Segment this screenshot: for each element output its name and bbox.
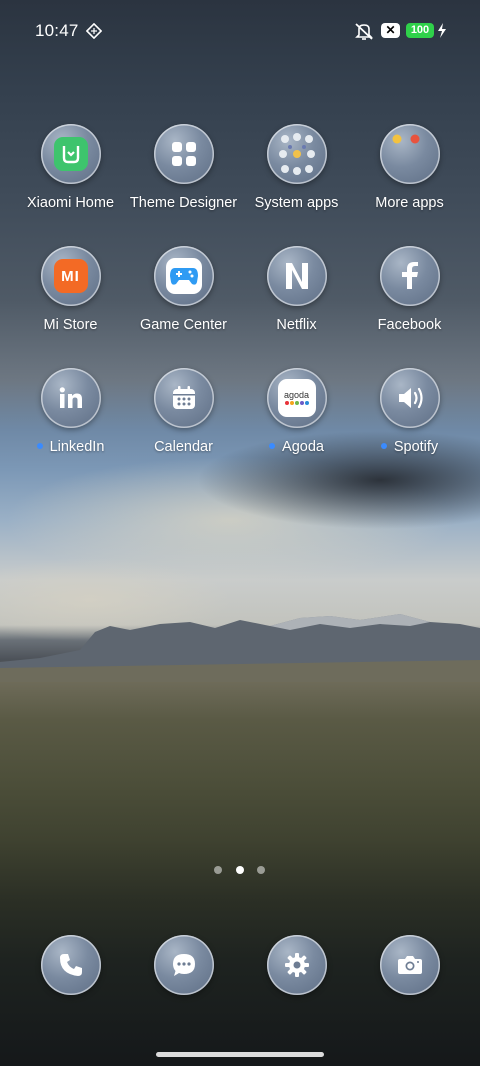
theme-designer-icon	[153, 124, 214, 184]
xiaomi-home-icon	[40, 124, 101, 184]
dock-camera[interactable]	[353, 935, 466, 995]
agoda-dots	[284, 401, 309, 405]
new-notification-dot	[380, 443, 387, 450]
folder-icon	[379, 124, 440, 184]
page-dot[interactable]	[257, 866, 265, 874]
app-label-text: Spotify	[393, 439, 439, 455]
folder-icon	[266, 124, 327, 184]
agoda-logo-text: agoda	[283, 390, 310, 400]
app-label: Netflix	[276, 317, 317, 333]
app-theme-designer[interactable]: Theme Designer	[127, 124, 240, 211]
app-label: Mi Store	[43, 317, 98, 333]
app-label: More apps	[375, 195, 444, 211]
page-indicator	[214, 866, 266, 876]
gamepad-icon	[153, 246, 214, 306]
app-label: LinkedIn	[14, 439, 127, 455]
app-agoda[interactable]: agoda Agoda	[240, 368, 353, 455]
folder-system-apps[interactable]: System apps	[240, 124, 353, 211]
spotify-icon	[379, 368, 440, 428]
app-label: Agoda	[240, 439, 353, 455]
mi-logo: mi	[61, 267, 80, 285]
phone-icon	[40, 935, 101, 995]
messages-icon	[153, 935, 214, 995]
dock-phone[interactable]	[14, 935, 127, 995]
charging-bolt-icon	[438, 23, 446, 38]
app-calendar[interactable]: Calendar	[127, 368, 240, 455]
app-label-text: Agoda	[282, 439, 324, 455]
home-gesture-bar[interactable]	[156, 1052, 324, 1057]
app-netflix[interactable]: Netflix	[240, 246, 353, 333]
app-facebook[interactable]: Facebook	[353, 246, 466, 333]
notification-x-badge: ✕	[381, 23, 400, 38]
app-label: Facebook	[377, 317, 442, 333]
camera-icon	[379, 935, 440, 995]
netflix-icon	[266, 246, 327, 306]
app-label: Theme Designer	[129, 195, 238, 211]
dock-messages[interactable]	[127, 935, 240, 995]
calendar-icon	[153, 368, 214, 428]
folder-more-apps[interactable]: More apps	[353, 124, 466, 211]
app-label: Spotify	[353, 439, 466, 455]
diamond-icon	[86, 23, 102, 39]
mi-store-icon: mi	[40, 246, 101, 306]
app-label: Calendar	[154, 439, 213, 455]
wallpaper-mountains	[0, 614, 480, 682]
app-mi-store[interactable]: mi Mi Store	[14, 246, 127, 333]
mute-vibrate-icon	[355, 23, 373, 40]
agoda-icon: agoda	[266, 368, 327, 428]
app-label: Game Center	[139, 317, 228, 333]
facebook-icon	[379, 246, 440, 306]
new-notification-dot	[269, 443, 276, 450]
battery-indicator: 100	[406, 23, 434, 38]
app-game-center[interactable]: Game Center	[127, 246, 240, 333]
page-dot[interactable]	[214, 866, 222, 874]
page-dot-active[interactable]	[236, 866, 244, 874]
status-bar: 10:47 ✕ 100	[0, 0, 480, 62]
dock-settings[interactable]	[240, 935, 353, 995]
app-spotify[interactable]: Spotify	[353, 368, 466, 455]
app-xiaomi-home[interactable]: Xiaomi Home	[14, 124, 127, 211]
app-label: System apps	[254, 195, 339, 211]
app-label-text: LinkedIn	[49, 439, 105, 455]
settings-gear-icon	[266, 935, 327, 995]
app-label: Xiaomi Home	[26, 195, 115, 211]
new-notification-dot	[36, 443, 43, 450]
linkedin-icon	[40, 368, 101, 428]
app-linkedin[interactable]: LinkedIn	[14, 368, 127, 455]
status-time: 10:47	[35, 21, 79, 40]
